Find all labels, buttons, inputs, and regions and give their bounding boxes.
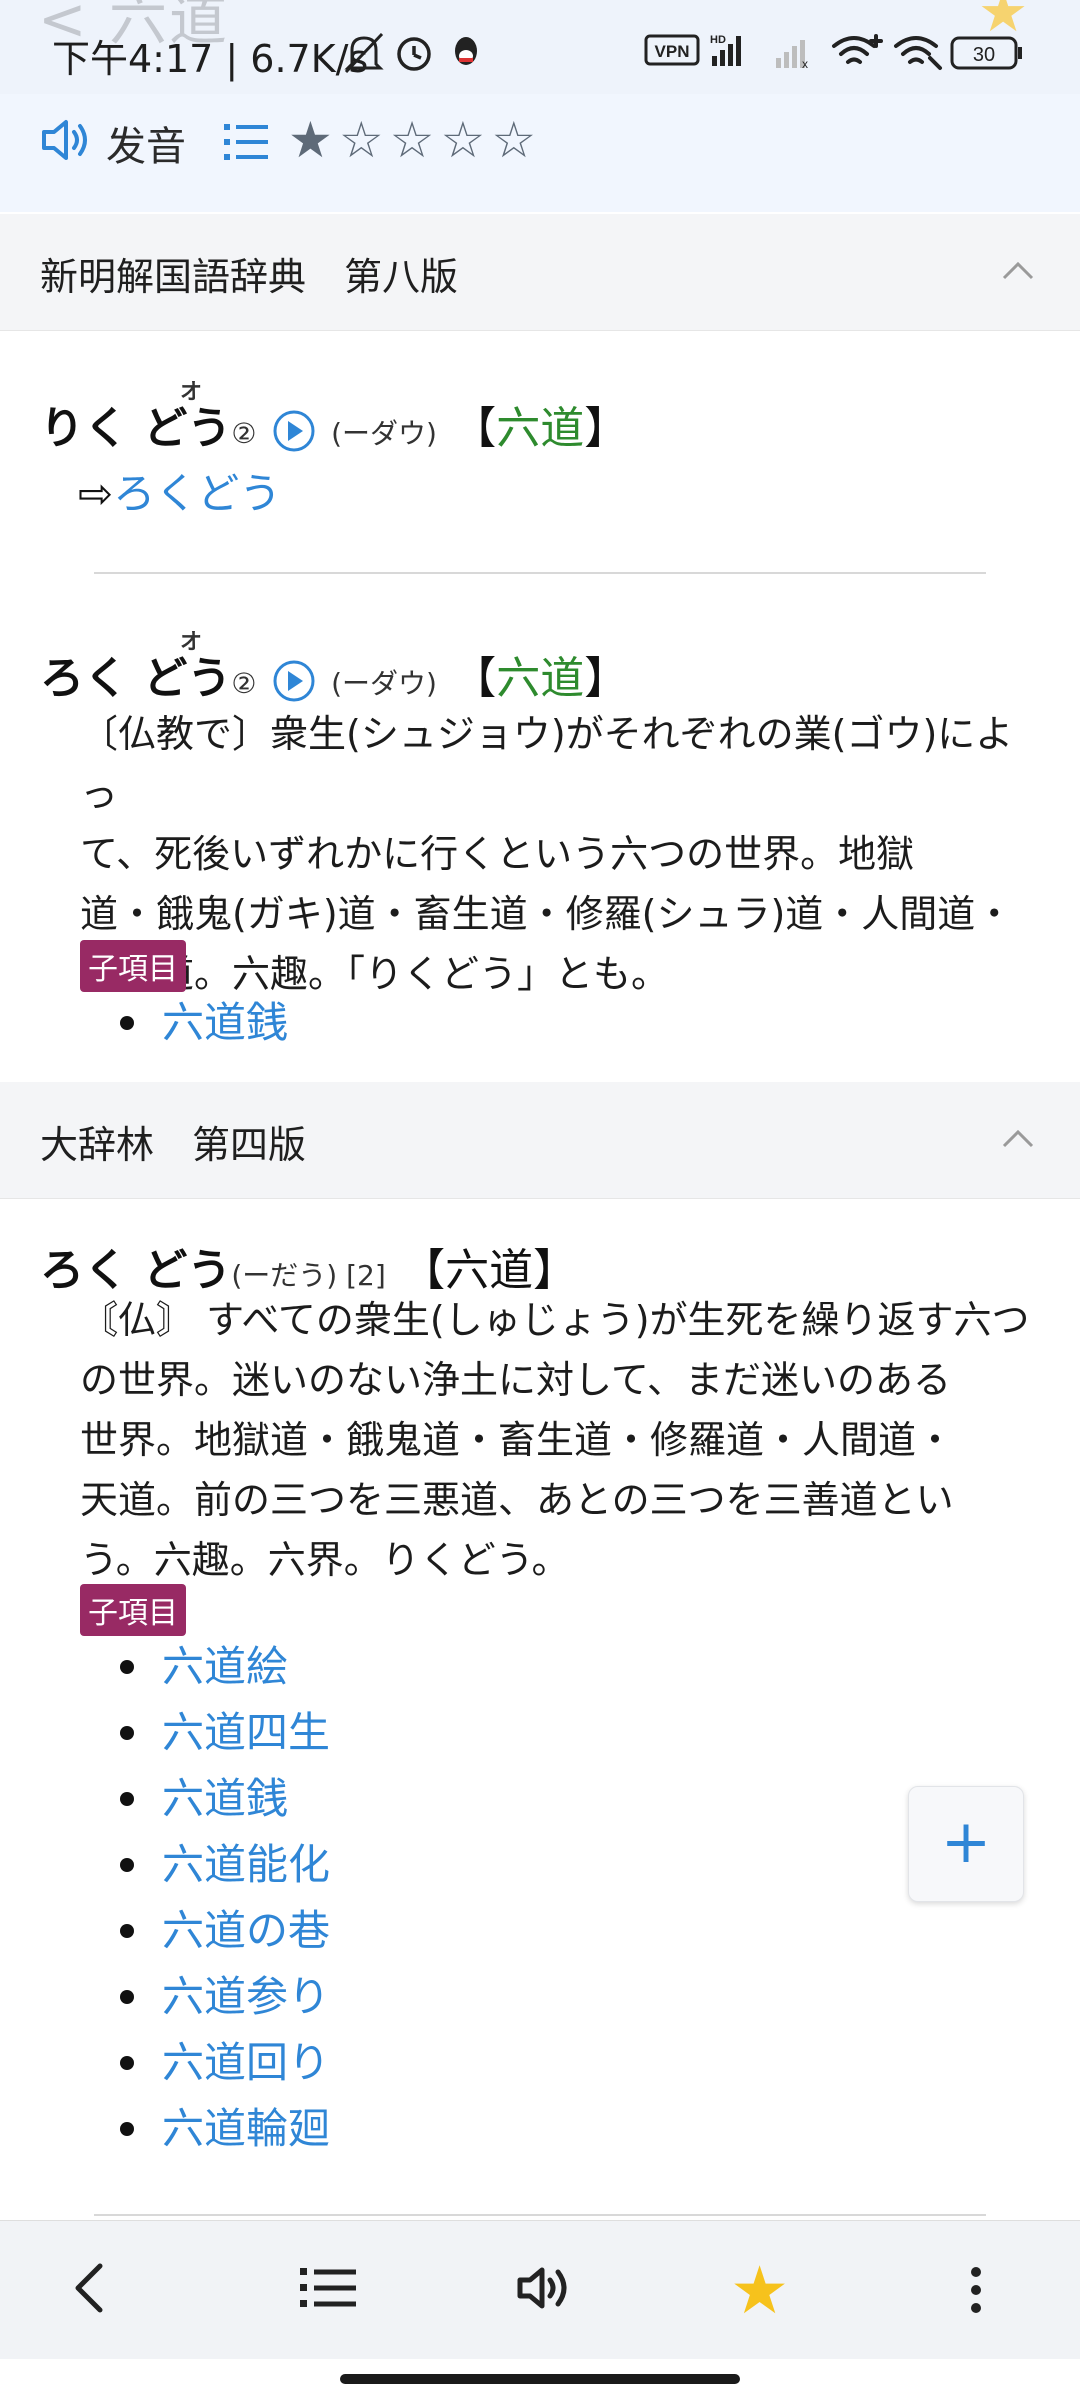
battery-icon: 30: [950, 36, 1022, 70]
svg-text:x: x: [802, 57, 808, 71]
svg-text:VPN: VPN: [655, 42, 690, 61]
play-icon[interactable]: [272, 659, 316, 703]
sub-items-list: 六道絵 六道四生 六道銭 六道能化 六道の巷 六道参り 六道回り 六道輪廻: [80, 1634, 680, 2162]
divider: [94, 572, 986, 574]
rating-stars[interactable]: ★ ☆ ☆ ☆ ☆: [288, 114, 536, 166]
star-5-icon[interactable]: ☆: [491, 114, 536, 166]
wifi-icon: [894, 36, 942, 70]
more-icon[interactable]: [966, 2264, 986, 2316]
section-title: 新明解国語辞典 第八版: [40, 255, 459, 299]
list-item[interactable]: 六道回り: [80, 2030, 680, 2096]
pronounce-button[interactable]: 发音: [106, 114, 186, 172]
status-icons: VPN HD x 30: [344, 32, 1022, 74]
list-item[interactable]: 六道輪廻: [80, 2096, 680, 2162]
see-also: ⇨ろくどう: [78, 469, 282, 518]
list-item[interactable]: 六道参り: [80, 1964, 680, 2030]
list-icon[interactable]: [298, 2264, 358, 2312]
list-item[interactable]: 六道四生: [80, 1700, 680, 1766]
play-icon[interactable]: [272, 409, 316, 453]
star-icon[interactable]: ★: [730, 2252, 789, 2329]
svg-text:30: 30: [973, 44, 995, 66]
svg-text:HD: HD: [710, 34, 726, 46]
wifi-plus-icon: [832, 34, 883, 64]
list-item[interactable]: 六道の巷: [80, 1898, 680, 1964]
entry-headword: ろく どう② (ーダウ) 【六道】: [40, 653, 629, 704]
star-4-icon[interactable]: ☆: [440, 114, 485, 166]
entry-headword: りく どう② (ーダウ) 【六道】: [40, 403, 629, 454]
star-3-icon[interactable]: ☆: [390, 114, 435, 166]
vpn-icon: VPN: [644, 34, 700, 66]
back-icon[interactable]: [70, 2262, 110, 2314]
hd-signal-icon: HD: [710, 34, 741, 66]
plus-icon: +: [940, 1807, 992, 1877]
definition: 〔仏教で〕衆生(シュジョウ)がそれぞれの業(ゴウ)によっ て、死後いずれかに行く…: [80, 712, 1014, 996]
ruby-mark: オ: [180, 630, 203, 655]
divider: [94, 2214, 986, 2216]
qq-icon: [455, 37, 477, 65]
star-1-icon[interactable]: ★: [288, 114, 333, 166]
see-also-link[interactable]: ろくどう: [113, 469, 281, 518]
list-icon[interactable]: [222, 120, 270, 164]
list-item[interactable]: 六道能化: [80, 1832, 680, 1898]
speaker-icon[interactable]: [38, 114, 94, 166]
sub-items-list: 六道銭: [80, 990, 680, 1056]
definition: 〘仏〙 すべての衆生(しゅじょう)が生死を繰り返す六つ の世界。迷いのない浄土に…: [80, 1298, 1030, 1582]
section-title: 大辞林 第四版: [40, 1123, 307, 1167]
signal-off-icon: x: [776, 40, 808, 71]
ruby-mark: オ: [180, 380, 203, 405]
alarm-icon: [397, 37, 431, 71]
list-item[interactable]: 六道銭: [80, 990, 680, 1056]
sub-items-badge: 子項目: [80, 1584, 186, 1636]
sub-items-badge: 子項目: [80, 940, 186, 992]
bell-off-icon: [344, 32, 384, 74]
home-indicator[interactable]: [340, 2374, 740, 2384]
speaker-icon[interactable]: [514, 2260, 574, 2316]
chevron-up-icon[interactable]: [1000, 1126, 1036, 1150]
chevron-up-icon[interactable]: [1000, 258, 1036, 282]
add-button[interactable]: +: [908, 1786, 1024, 1902]
list-item[interactable]: 六道絵: [80, 1634, 680, 1700]
list-item[interactable]: 六道銭: [80, 1766, 680, 1832]
entry-headword: ろく どう(ーだう) [2] 【六道】: [40, 1245, 578, 1296]
star-2-icon[interactable]: ☆: [339, 114, 384, 166]
